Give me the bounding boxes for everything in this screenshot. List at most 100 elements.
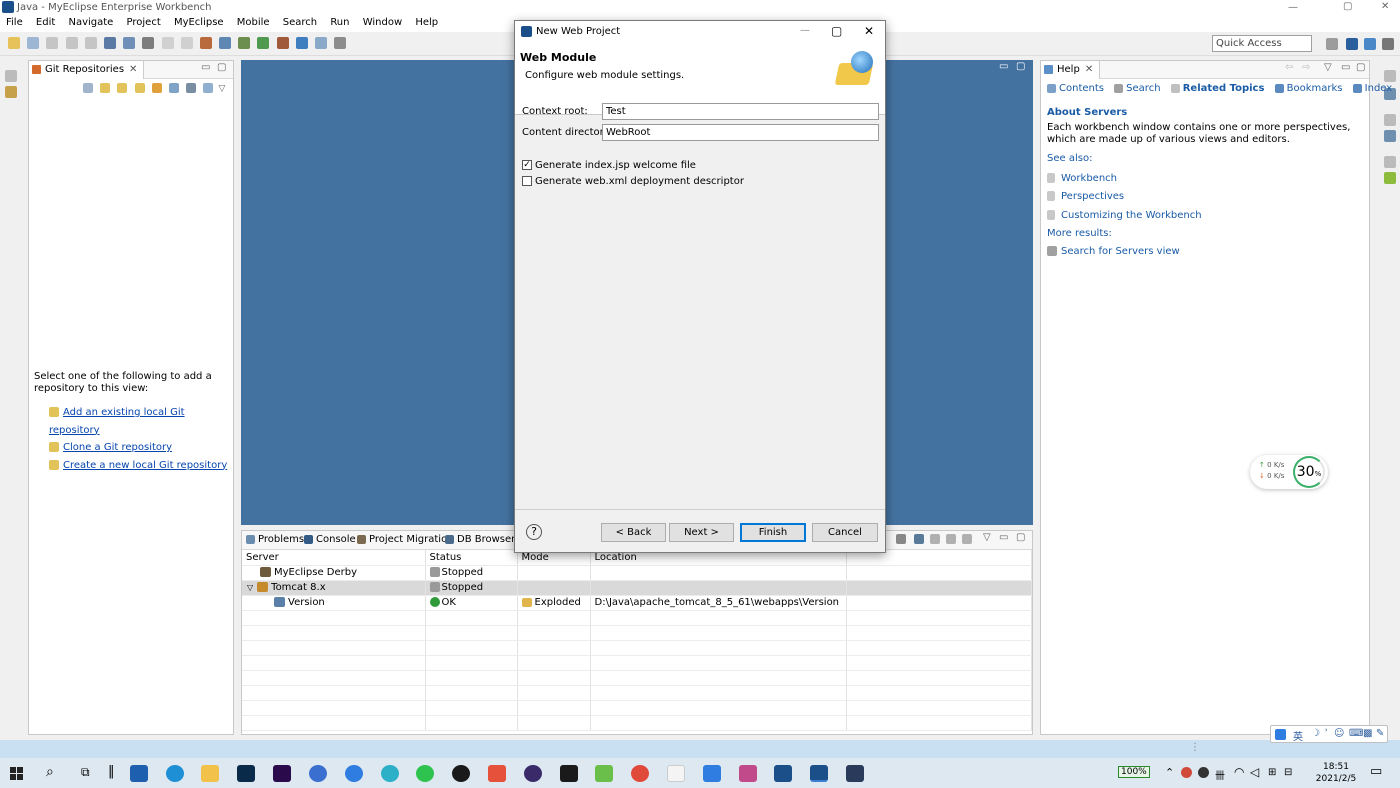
db-icon[interactable] [219, 37, 232, 49]
collapse-all-icon[interactable] [83, 83, 93, 93]
help-link-customizing[interactable]: Customizing the Workbench [1061, 210, 1202, 221]
menu-help[interactable]: Help [415, 17, 438, 28]
table-row[interactable]: ▽ Tomcat 8.x Stopped [242, 580, 1032, 596]
close-tab-icon[interactable]: ✕ [129, 64, 137, 75]
generate-index-option[interactable]: ✓ Generate index.jsp welcome file [522, 160, 696, 171]
generate-webxml-checkbox[interactable] [522, 176, 532, 186]
restore-right-3-icon[interactable] [1384, 156, 1396, 168]
eclipse-icon[interactable] [524, 765, 542, 782]
dialog-maximize-icon[interactable]: ▢ [831, 24, 842, 38]
clone-repo-link[interactable]: Clone a Git repository [63, 442, 172, 453]
new-icon[interactable] [8, 37, 20, 49]
tab-problems[interactable]: Problems [246, 534, 304, 545]
redo-icon[interactable] [180, 37, 193, 49]
tab-git-repositories[interactable]: Git Repositories ✕ [29, 61, 145, 79]
package-icon[interactable] [199, 37, 212, 49]
editor-maximize-icon[interactable]: ▢ [1016, 61, 1025, 72]
servers-view-menu-icon[interactable]: ▽ [983, 532, 991, 543]
file-explorer-icon[interactable] [201, 765, 219, 782]
search-icon[interactable]: ⌕ [46, 764, 54, 780]
ime-language[interactable]: 英 [1293, 728, 1303, 743]
tray-app3-icon[interactable]: 卌 [1215, 767, 1225, 782]
menu-file[interactable]: File [6, 17, 23, 28]
menu-mobile[interactable]: Mobile [237, 17, 270, 28]
close-icon[interactable]: ✕ [1381, 1, 1389, 12]
create-repo-icon[interactable] [134, 83, 145, 93]
start-windows-icon[interactable] [10, 767, 23, 780]
table-row[interactable]: MyEclipse Derby Stopped [242, 565, 1032, 581]
dialog-minimize-icon[interactable]: — [800, 25, 810, 36]
help-nav-contents[interactable]: Contents [1047, 83, 1104, 94]
browser-icon[interactable] [315, 37, 327, 49]
layout-icon[interactable] [186, 83, 197, 93]
lync-icon[interactable] [309, 765, 327, 782]
generate-index-checkbox[interactable]: ✓ [522, 160, 532, 170]
next-button[interactable]: Next > [669, 523, 734, 542]
java-perspective-icon[interactable] [1346, 38, 1358, 50]
wand-icon[interactable] [142, 37, 155, 49]
chrome-icon[interactable] [631, 765, 649, 782]
task-view-icon[interactable]: ⧉ [81, 765, 90, 780]
debug-perspective-icon[interactable] [1382, 38, 1394, 50]
finish-button[interactable]: Finish [740, 523, 806, 542]
add-existing-repo-link[interactable]: Add an existing local Git repository [49, 407, 185, 436]
tray-app4-icon[interactable]: ⊞ [1268, 767, 1276, 778]
myeclipse-perspective-icon[interactable] [1364, 38, 1376, 50]
ime-skin-icon[interactable]: ▩ [1363, 728, 1372, 739]
menu-navigate[interactable]: Navigate [68, 17, 113, 28]
link-editor-icon[interactable] [168, 83, 179, 93]
close-help-tab-icon[interactable]: ✕ [1085, 64, 1093, 75]
menu-run[interactable]: Run [330, 17, 349, 28]
help-view-menu-icon[interactable]: ▽ [1324, 62, 1332, 73]
help-nav-related-topics[interactable]: Related Topics [1170, 83, 1264, 94]
maximize-icon[interactable]: ▢ [1343, 1, 1352, 12]
tray-app5-icon[interactable]: ⊟ [1284, 767, 1292, 778]
restore-right-2-icon[interactable] [1384, 114, 1396, 126]
content-directory-input[interactable]: WebRoot [602, 124, 879, 141]
network-monitor[interactable]: ↑ 0 K/s ↓ 0 K/s 30% [1250, 455, 1328, 489]
ime-moon-icon[interactable]: ☽ [1311, 728, 1320, 739]
table-row[interactable]: Version OK Exploded D:\Java\apache_tomca… [242, 595, 1032, 611]
server-icon[interactable] [123, 37, 136, 49]
collapse-icon[interactable] [896, 534, 906, 544]
ime-keyboard-icon[interactable]: ⌨ [1349, 728, 1363, 739]
col-server[interactable]: Server [242, 550, 426, 566]
run-icon[interactable] [257, 37, 270, 49]
server-props-icon[interactable] [962, 534, 972, 544]
tab-console[interactable]: Console [304, 534, 356, 545]
refresh-icon[interactable] [151, 83, 162, 93]
help-back-icon[interactable]: ⇦ [1285, 62, 1293, 73]
tab-project-migration[interactable]: Project Migration [357, 534, 454, 545]
context-root-input[interactable]: Test [602, 103, 879, 120]
create-repo-link[interactable]: Create a new local Git repository [63, 460, 227, 471]
view-menu-icon[interactable]: ▽ [219, 84, 226, 94]
myeclipse-taskbar-icon[interactable] [774, 765, 792, 782]
mail-icon[interactable] [130, 765, 148, 782]
help-minimize-icon[interactable]: ▭ [1341, 62, 1350, 73]
wifi-icon[interactable]: ◠ [1234, 765, 1244, 779]
back-button[interactable]: < Back [601, 523, 666, 542]
servers-minimize-icon[interactable]: ▭ [999, 532, 1008, 543]
debug-icon[interactable] [238, 37, 251, 49]
myeclipse-active-icon[interactable] [810, 765, 828, 782]
cancel-button[interactable]: Cancel [812, 523, 878, 542]
restore-right-icon[interactable] [1384, 70, 1396, 82]
app-blue-icon[interactable] [345, 765, 363, 782]
ime-emoji-icon[interactable]: ☺ [1334, 728, 1344, 739]
menu-myeclipse[interactable]: MyEclipse [174, 17, 224, 28]
filter-icon[interactable] [203, 83, 214, 93]
excel-chart-icon[interactable] [595, 765, 613, 782]
menu-search[interactable]: Search [283, 17, 317, 28]
quick-access-input[interactable]: Quick Access [1212, 35, 1312, 52]
photoshop-icon[interactable] [237, 765, 255, 782]
typora-icon[interactable] [667, 765, 685, 782]
volume-icon[interactable]: ◁ [1250, 765, 1259, 779]
ime-settings-icon[interactable]: ✎ [1376, 728, 1384, 739]
qq-icon[interactable] [452, 765, 470, 782]
generate-webxml-option[interactable]: Generate web.xml deployment descriptor [522, 176, 744, 187]
wps-icon[interactable] [488, 765, 506, 782]
tray-app2-icon[interactable] [1198, 767, 1209, 778]
search-tool-icon[interactable] [334, 37, 347, 49]
menu-edit[interactable]: Edit [36, 17, 55, 28]
maximize-panel-icon[interactable]: ▢ [217, 62, 226, 73]
